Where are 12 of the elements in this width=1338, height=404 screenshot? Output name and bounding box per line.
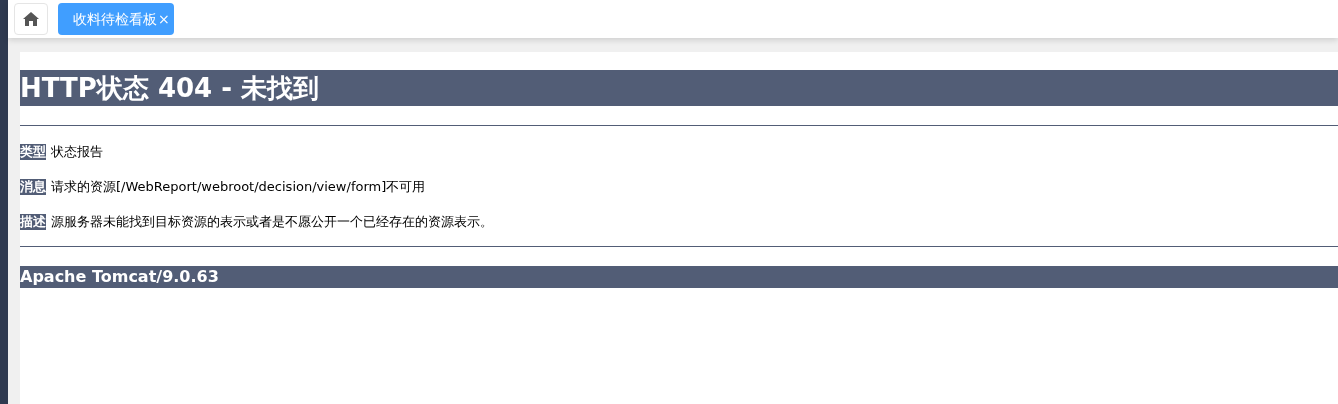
home-icon	[23, 12, 39, 26]
field-label: 描述	[20, 214, 46, 230]
field-value: 源服务器未能找到目标资源的表示或者是不愿公开一个已经存在的资源表示。	[51, 213, 493, 232]
tab[interactable]: 收料待检看板×	[58, 3, 174, 35]
server-footer: Apache Tomcat/9.0.63	[20, 266, 1338, 288]
home-button[interactable]	[14, 3, 48, 35]
field-value: 请求的资源[/WebReport/webroot/decision/view/form]不可用	[51, 178, 426, 197]
close-button[interactable]: ×	[158, 8, 170, 30]
field-label: 类型	[20, 144, 46, 160]
field-value: 状态报告	[51, 143, 103, 162]
field-label: 消息	[20, 179, 46, 195]
error-title: HTTP状态 404 - 未找到	[20, 70, 1338, 106]
